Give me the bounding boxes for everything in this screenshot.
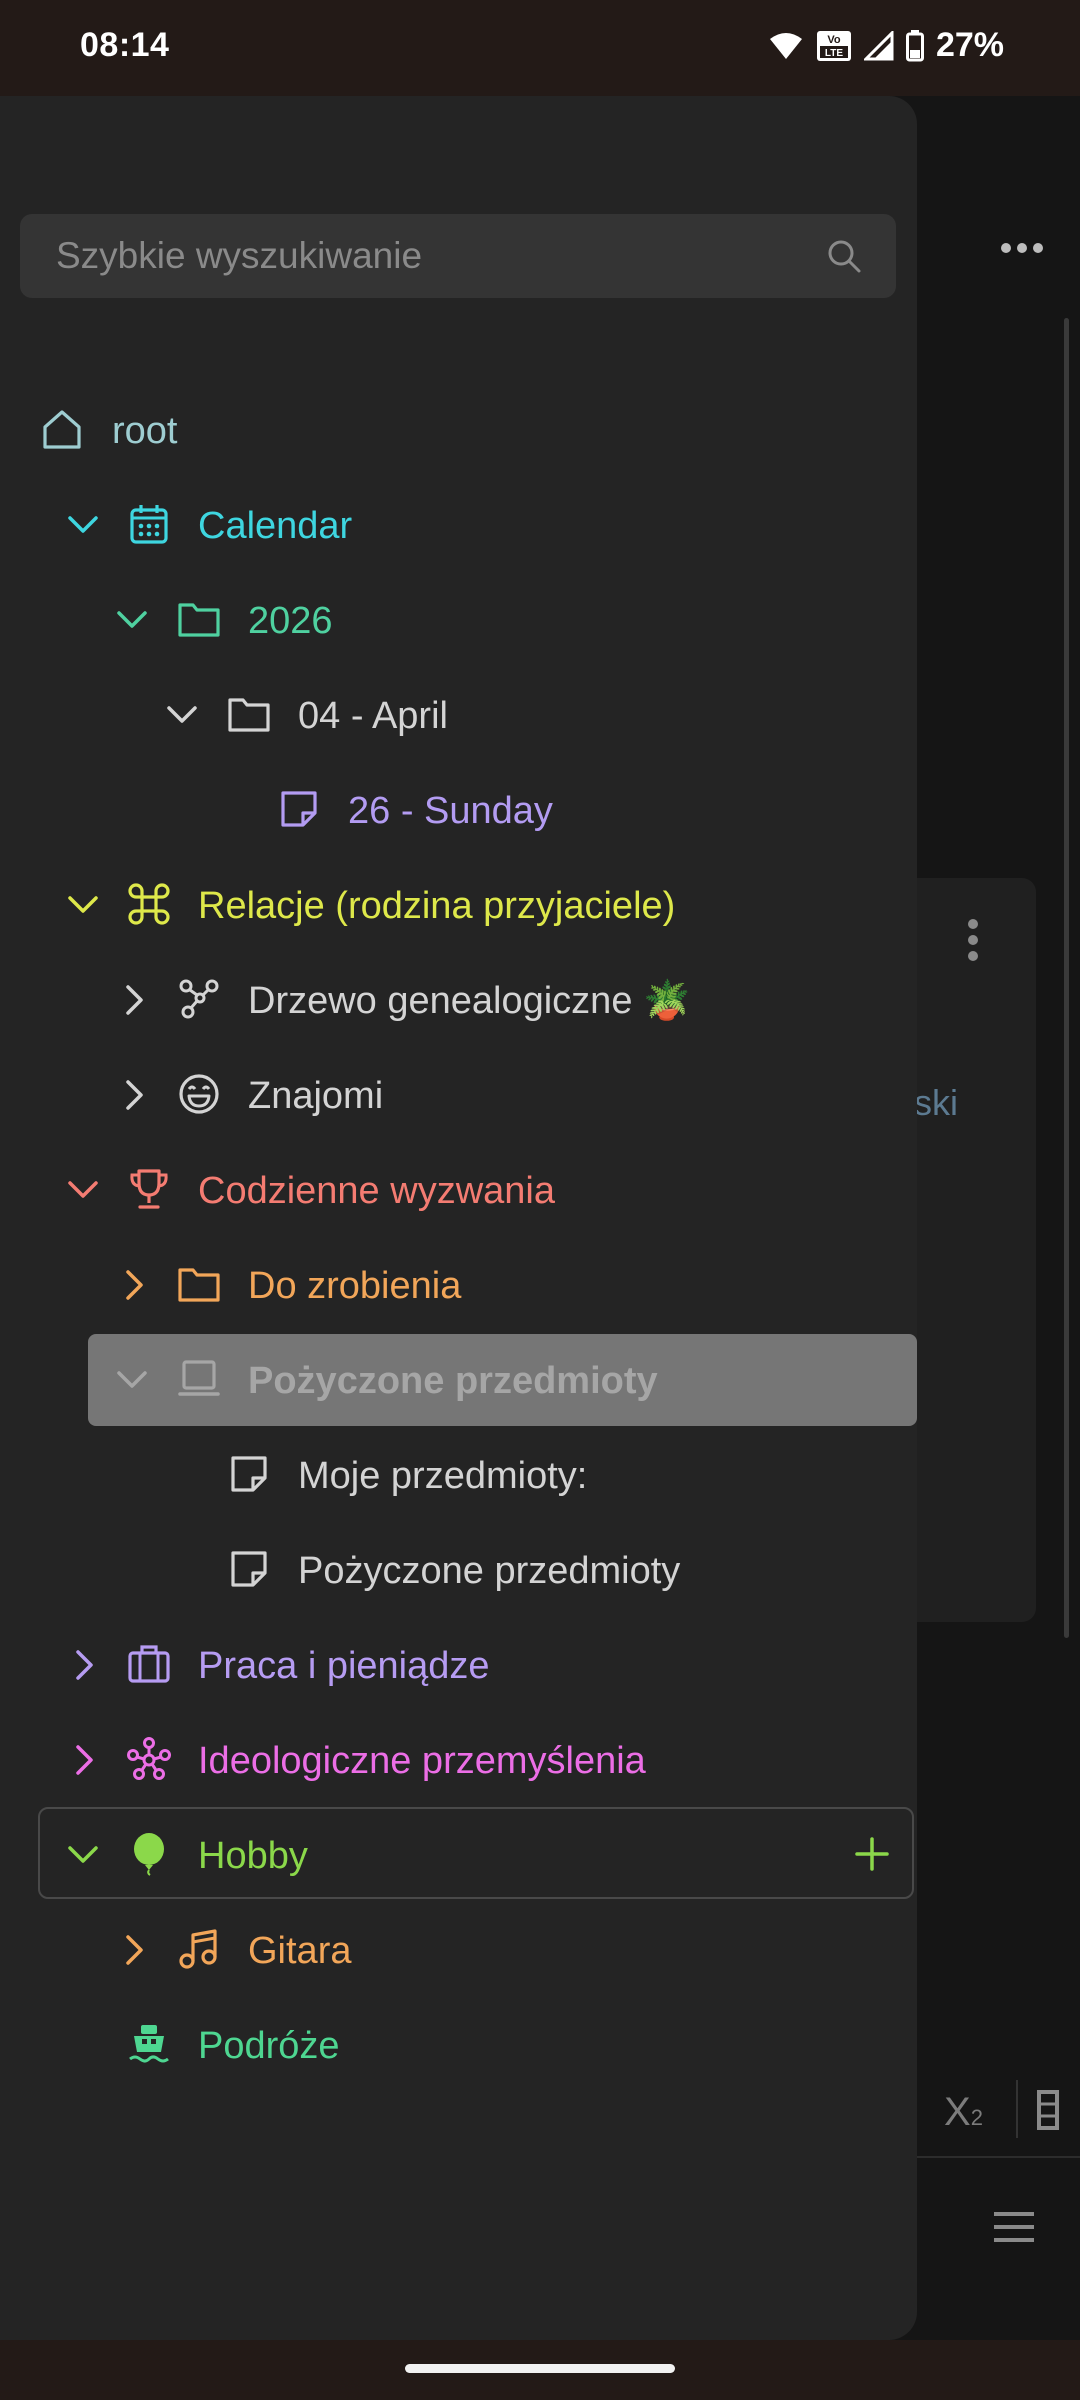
chevron-down-icon[interactable] [64, 1171, 102, 1209]
tree-label: Pożyczone przedmioty [248, 1360, 658, 1402]
tree-item-guitar[interactable]: Gitara [0, 1902, 917, 1997]
subscript-button[interactable]: X2 [944, 2090, 983, 2135]
tree-item-calendar[interactable]: Calendar [0, 477, 917, 572]
tree-item-acquaintances[interactable]: Znajomi [0, 1047, 917, 1142]
tree-item-borrowed-folder[interactable]: Pożyczone przedmioty [0, 1332, 917, 1427]
tree-label: Calendar [198, 505, 353, 547]
chevron-down-icon[interactable] [64, 886, 102, 924]
note-icon [225, 1545, 273, 1593]
smile-icon [175, 1070, 223, 1118]
tree-label: 2026 [248, 600, 333, 642]
trophy-icon [125, 1165, 173, 1213]
chevron-right-icon[interactable] [116, 981, 154, 1019]
chevron-down-icon[interactable] [113, 601, 151, 639]
quick-search-box[interactable] [20, 214, 896, 298]
background-scrollbar[interactable] [1064, 318, 1069, 1638]
volte-icon: Vo LTE [816, 30, 851, 61]
tree-item-travel[interactable]: Podróże [0, 1997, 917, 2092]
table-tool-icon[interactable] [1036, 2090, 1060, 2130]
toolbar-separator [1016, 2080, 1018, 2138]
battery-icon [905, 29, 924, 61]
tree-label: Znajomi [248, 1075, 384, 1117]
status-time: 08:14 [80, 26, 170, 64]
tree-item-relations[interactable]: Relacje (rodzina przyjaciele) [0, 857, 917, 952]
status-icons: Vo LTE 27% [768, 26, 1004, 65]
tree-label: Praca i pieniądze [198, 1645, 490, 1687]
tree-label: 04 - April [298, 695, 448, 737]
signal-icon [863, 30, 894, 60]
tree-item-my-items[interactable]: Moje przedmioty: [0, 1427, 917, 1522]
folder-icon [225, 690, 273, 738]
toolbar-divider [912, 2156, 1080, 2158]
command-icon [125, 880, 173, 928]
tree-item-borrowed-note[interactable]: Pożyczone przedmioty [0, 1522, 917, 1617]
tree-label: Codzienne wyzwania [198, 1170, 555, 1212]
tree-item-challenges[interactable]: Codzienne wyzwania [0, 1142, 917, 1237]
briefcase-icon [125, 1640, 173, 1688]
note-tree: root Calendar 2026 04 - April 26 - Sunda… [0, 382, 917, 2092]
folder-icon [175, 1260, 223, 1308]
svg-text:LTE: LTE [825, 48, 843, 59]
tree-item-work-money[interactable]: Praca i pieniądze [0, 1617, 917, 1712]
tree-label: Moje przedmioty: [298, 1455, 588, 1497]
chevron-down-icon[interactable] [64, 506, 102, 544]
tree-label: Relacje (rodzina przyjaciele) [198, 885, 676, 927]
tree-item-todo[interactable]: Do zrobienia [0, 1237, 917, 1332]
chevron-right-icon[interactable] [116, 1931, 154, 1969]
tree-label: 26 - Sunday [348, 790, 553, 832]
tree-item-family-tree[interactable]: Drzewo genealogiczne 🪴 [0, 952, 917, 1047]
more-options-icon[interactable] [1000, 240, 1044, 256]
chevron-right-icon[interactable] [116, 1076, 154, 1114]
tree-label: root [112, 410, 178, 452]
music-note-icon [175, 1925, 223, 1973]
graph-icon [175, 975, 223, 1023]
navigation-bar [0, 2340, 1080, 2400]
add-child-icon[interactable] [852, 1834, 892, 1874]
tree-label: Drzewo genealogiczne 🪴 [248, 980, 691, 1022]
laptop-icon [175, 1355, 223, 1403]
tree-item-root[interactable]: root [0, 382, 917, 477]
svg-text:Vo: Vo [827, 34, 841, 46]
background-text: ski [914, 1082, 958, 1123]
balloon-icon [125, 1830, 173, 1878]
hamburger-menu-icon[interactable] [992, 2210, 1036, 2244]
search-input[interactable] [20, 214, 840, 298]
chevron-right-icon[interactable] [66, 1646, 104, 1684]
tree-label: Ideologiczne przemyślenia [198, 1740, 646, 1782]
tree-label: Gitara [248, 1930, 352, 1972]
wifi-icon [769, 32, 802, 59]
card-menu-icon[interactable] [966, 918, 980, 962]
ship-icon [125, 2020, 173, 2068]
chevron-down-icon[interactable] [113, 1361, 151, 1399]
battery-percent: 27% [935, 26, 1004, 64]
tree-item-hobby[interactable]: Hobby [0, 1807, 917, 1902]
tree-label: Pożyczone przedmioty [298, 1550, 681, 1592]
chevron-right-icon[interactable] [116, 1266, 154, 1304]
folder-icon [175, 595, 223, 643]
navigation-drawer: root Calendar 2026 [0, 96, 917, 2340]
note-icon [225, 1450, 273, 1498]
home-icon [38, 405, 86, 453]
tree-item-2026[interactable]: 2026 [0, 572, 917, 667]
chevron-down-icon[interactable] [163, 696, 201, 734]
tree-item-sunday[interactable]: 26 - Sunday [0, 762, 917, 857]
tree-label: Do zrobienia [248, 1265, 462, 1307]
chevron-down-icon[interactable] [64, 1836, 102, 1874]
status-bar: 08:14 Vo LTE 27% [0, 0, 1080, 96]
chevron-right-icon[interactable] [66, 1741, 104, 1779]
search-icon[interactable] [826, 238, 862, 274]
molecule-icon [125, 1735, 173, 1783]
tree-item-ideology[interactable]: Ideologiczne przemyślenia [0, 1712, 917, 1807]
note-icon [275, 785, 323, 833]
tree-item-april[interactable]: 04 - April [0, 667, 917, 762]
tree-label: Hobby [198, 1835, 308, 1877]
tree-label: Podróże [198, 2025, 340, 2067]
calendar-icon [125, 500, 173, 548]
home-gesture-handle[interactable] [405, 2364, 675, 2373]
